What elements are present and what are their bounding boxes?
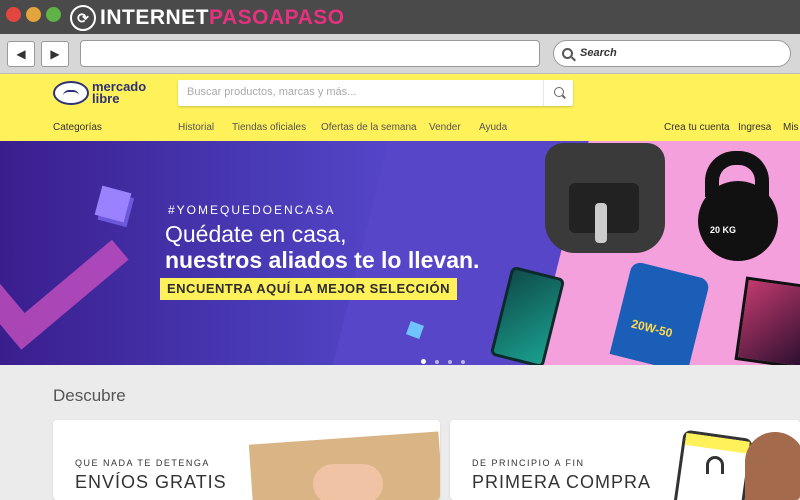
person-image xyxy=(745,432,800,500)
carousel-dot-2[interactable] xyxy=(435,360,439,364)
card-title: PRIMERA COMPRA xyxy=(472,472,652,492)
site-brand-part-b: PASOAPASO xyxy=(209,6,345,29)
search-icon xyxy=(562,48,573,59)
television-image xyxy=(734,276,800,365)
nav-link-historial[interactable]: Historial xyxy=(178,122,214,133)
headphones-icon xyxy=(706,456,724,474)
window-titlebar: ⟳ INTERNETPASOAPASO xyxy=(0,0,800,34)
card-overline: QUE NADA TE DETENGA xyxy=(75,458,210,468)
my-purchases-link[interactable]: Mis xyxy=(783,122,799,133)
search-submit-button[interactable] xyxy=(543,80,573,106)
carousel-dot-4[interactable] xyxy=(461,360,465,364)
site-brand: INTERNETPASOAPASO xyxy=(100,6,345,30)
banner-hashtag: #YOMEQUEDOENCASA xyxy=(168,203,336,217)
banner-headline-line2: nuestros aliados te lo llevan. xyxy=(165,247,480,273)
site-logo-text[interactable]: mercado libre xyxy=(92,80,162,105)
nav-link-vender[interactable]: Vender xyxy=(429,122,461,133)
product-search-input[interactable] xyxy=(178,80,528,104)
carousel-dot-3[interactable] xyxy=(448,360,452,364)
browser-toolbar: ◀ ▶ Search xyxy=(0,34,800,74)
carousel-indicators xyxy=(421,351,474,365)
card-overline: DE PRINCIPIO A FIN xyxy=(472,458,585,468)
browser-search-placeholder: Search xyxy=(580,47,617,59)
nav-link-ayuda[interactable]: Ayuda xyxy=(479,122,507,133)
login-link[interactable]: Ingresa xyxy=(738,122,771,133)
site-header: mercado libre Categorías Historial Tiend… xyxy=(0,74,800,141)
minimize-window-button[interactable] xyxy=(26,7,41,22)
forward-button[interactable]: ▶ xyxy=(41,41,69,67)
back-button[interactable]: ◀ xyxy=(7,41,35,67)
card-title: ENVÍOS GRATIS xyxy=(75,472,227,492)
create-account-link[interactable]: Crea tu cuenta xyxy=(664,122,730,133)
banner-chevron-decoration xyxy=(0,152,129,350)
discover-card-first-purchase[interactable]: DE PRINCIPIO A FIN PRIMERA COMPRA xyxy=(450,420,800,500)
close-window-button[interactable] xyxy=(6,7,21,22)
handshake-logo-icon[interactable] xyxy=(53,81,89,105)
kettlebell-label: 20 KG xyxy=(710,225,737,235)
cube-decoration-icon xyxy=(94,185,132,223)
maximize-window-button[interactable] xyxy=(46,7,61,22)
hero-banner[interactable]: #YOMEQUEDOENCASA Quédate en casa, nuestr… xyxy=(0,141,800,365)
hand-image xyxy=(313,464,383,500)
address-bar[interactable] xyxy=(80,40,540,67)
air-fryer-image xyxy=(545,143,665,253)
site-logo-icon: ⟳ xyxy=(70,5,96,31)
motor-oil-label: 20W-50 xyxy=(629,316,674,341)
categories-menu[interactable]: Categorías xyxy=(53,122,102,133)
discover-section-title: Descubre xyxy=(53,386,126,405)
nav-link-ofertas[interactable]: Ofertas de la semana xyxy=(321,122,417,133)
search-icon xyxy=(554,87,564,97)
kettlebell-image xyxy=(698,181,778,261)
nav-link-tiendas-oficiales[interactable]: Tiendas oficiales xyxy=(232,122,306,133)
banner-headline-line1: Quédate en casa, xyxy=(165,221,347,247)
product-search xyxy=(178,80,573,106)
carousel-dot-1[interactable] xyxy=(421,359,426,364)
banner-cta[interactable]: ENCUENTRA AQUÍ LA MEJOR SELECCIÓN xyxy=(160,278,458,300)
browser-search-input[interactable]: Search xyxy=(553,40,791,67)
site-brand-part-a: INTERNET xyxy=(100,6,209,29)
discover-card-free-shipping[interactable]: QUE NADA TE DETENGA ENVÍOS GRATIS xyxy=(53,420,440,500)
